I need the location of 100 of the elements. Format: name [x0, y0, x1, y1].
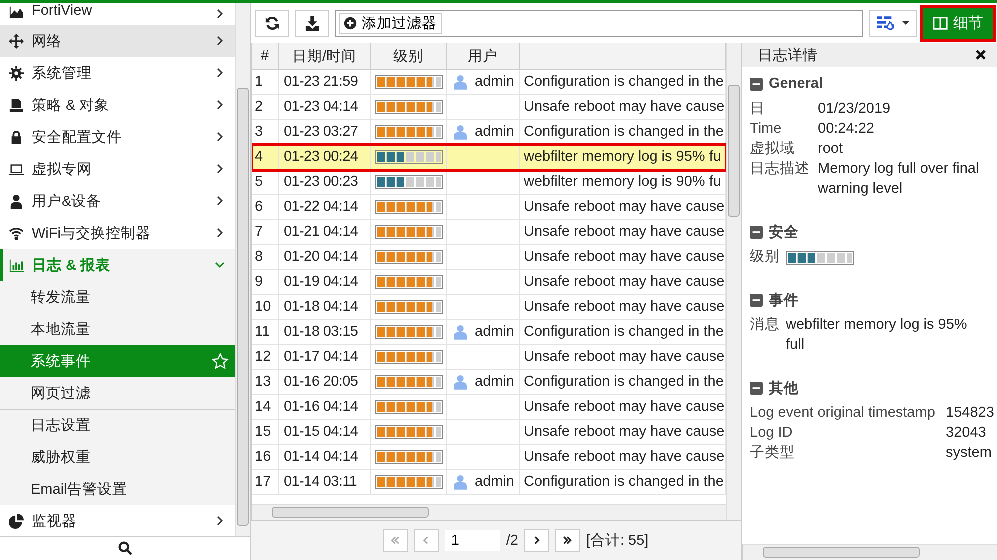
field-label: 虚拟域: [750, 140, 796, 159]
nav-item[interactable]: WiFi与交换控制器: [0, 217, 235, 249]
download-button[interactable]: [295, 10, 329, 36]
table-row[interactable]: 5 01-23 00:23 webfilter memory log is 90% fu: [252, 170, 726, 195]
table-cell: 01-23 00:24: [279, 145, 371, 169]
scrollbar[interactable]: [252, 504, 726, 520]
field-label: 子类型: [750, 444, 796, 463]
nav-subitem[interactable]: 本地流量: [0, 313, 235, 345]
table-row[interactable]: 7 01-21 04:14 Unsafe reboot may have cause: [252, 220, 726, 245]
add-filter-button[interactable]: 添加过滤器: [339, 12, 442, 34]
last-page-button[interactable]: [555, 529, 580, 552]
table-row[interactable]: 8 01-20 04:14 Unsafe reboot may have cause: [252, 245, 726, 270]
table-cell: 12: [252, 345, 279, 369]
field-value: system: [946, 444, 992, 463]
nav-item[interactable]: 安全配置文件: [0, 121, 235, 153]
next-page-button[interactable]: [524, 529, 550, 552]
user-icon: [454, 474, 467, 490]
level-meter: [375, 450, 443, 464]
column-header[interactable]: #: [252, 43, 279, 69]
chevron-right-icon: [215, 36, 225, 46]
nav-item[interactable]: 用户&设备: [0, 185, 235, 217]
refresh-button[interactable]: [255, 10, 289, 36]
search-icon[interactable]: [118, 541, 132, 556]
field-label: 消息: [750, 316, 780, 335]
user-name: admin: [475, 324, 514, 340]
table-row[interactable]: 16 01-14 04:14 Unsafe reboot may have cause: [252, 445, 726, 470]
field-value: 01/23/2019: [818, 100, 891, 119]
details-button[interactable]: 细节: [923, 8, 993, 38]
column-header[interactable]: 级别: [371, 43, 447, 69]
chevron-down-icon: [215, 260, 225, 270]
nav-subitem[interactable]: 威胁权重: [0, 441, 235, 473]
level-meter: [375, 200, 443, 214]
double-chevron-left-icon: [390, 535, 402, 546]
scrollbar[interactable]: [726, 43, 741, 520]
nav-item[interactable]: 虚拟专网: [0, 153, 235, 185]
level-meter: [375, 400, 443, 414]
table-cell: 8: [252, 245, 279, 269]
table-cell: 01-14 03:11: [279, 470, 371, 494]
column-header[interactable]: 用户: [447, 43, 520, 69]
lock-icon: [9, 130, 24, 144]
gear-icon: [9, 66, 24, 80]
table-row[interactable]: 2 01-23 04:14 Unsafe reboot may have cause: [252, 95, 726, 120]
nav-item[interactable]: 网络: [0, 25, 235, 57]
table-row[interactable]: 17 01-14 03:11 admin Configuration is changed in the: [252, 470, 726, 495]
nav-item[interactable]: 监视器: [0, 505, 235, 536]
table-cell: 01-23 00:23: [279, 170, 371, 194]
level-meter: [786, 251, 854, 265]
nav-subitem[interactable]: 网页过滤: [0, 377, 235, 409]
nav-subitem[interactable]: 日志设置: [0, 409, 235, 441]
user-icon: [454, 124, 467, 140]
table-row[interactable]: 6 01-22 04:14 Unsafe reboot may have cause: [252, 195, 726, 220]
table-row[interactable]: 11 01-18 03:15 admin Configuration is changed in the: [252, 320, 726, 345]
area-chart-icon: [9, 4, 24, 19]
record-count: [合计: 55]: [586, 532, 649, 550]
table-row[interactable]: 9 01-19 04:14 Unsafe reboot may have cause: [252, 270, 726, 295]
section-title: 事件: [769, 292, 799, 310]
nav-item[interactable]: 策略 & 对象: [0, 89, 235, 121]
chevron-right-icon: [215, 164, 225, 174]
nav-subitem[interactable]: Email告警设置: [0, 473, 235, 505]
column-header[interactable]: 日期/时间: [279, 43, 371, 69]
page-input[interactable]: 1: [445, 530, 500, 551]
table-cell: 01-23 04:14: [279, 95, 371, 119]
collapse-icon[interactable]: [750, 294, 763, 306]
table-row[interactable]: 14 01-16 04:14 Unsafe reboot may have cause: [252, 395, 726, 420]
nav-item[interactable]: 系统管理: [0, 57, 235, 89]
level-meter: [375, 325, 443, 339]
view-menu-button[interactable]: [869, 10, 917, 36]
table-cell: 4: [252, 145, 279, 169]
table-cell: 15: [252, 420, 279, 444]
table-cell: 01-18 03:15: [279, 320, 371, 344]
user-icon: [454, 74, 467, 90]
table-row[interactable]: 12 01-17 04:14 Unsafe reboot may have cause: [252, 345, 726, 370]
collapse-icon[interactable]: [750, 78, 763, 90]
table-row[interactable]: 1 01-23 21:59 admin Configuration is changed in the: [252, 70, 726, 95]
level-meter: [375, 150, 443, 164]
scrollbar[interactable]: [235, 3, 250, 536]
nav-item[interactable]: FortiView: [0, 3, 235, 25]
table-row[interactable]: 4 01-23 00:24 webfilter memory log is 95% fu: [252, 145, 726, 170]
filter-field[interactable]: 添加过滤器: [335, 10, 863, 36]
table-cell: 6: [252, 195, 279, 219]
star-icon[interactable]: [212, 352, 229, 370]
level-meter: [375, 175, 443, 189]
table-row[interactable]: 10 01-18 04:14 Unsafe reboot may have cause: [252, 295, 726, 320]
table-row[interactable]: 13 01-16 20:05 admin Configuration is changed in the: [252, 370, 726, 395]
field-label: Time: [750, 120, 783, 139]
table-cell: 01-14 04:14: [279, 445, 371, 469]
table-cell: 01-17 04:14: [279, 345, 371, 369]
nav-item[interactable]: 日志 & 报表: [0, 249, 235, 281]
table-cell: 01-15 04:14: [279, 420, 371, 444]
refresh-icon: [264, 16, 280, 30]
collapse-icon[interactable]: [750, 382, 763, 394]
field-label: Log ID: [750, 424, 794, 443]
table-row[interactable]: 15 01-15 04:14 Unsafe reboot may have cause: [252, 420, 726, 445]
nav-subitem[interactable]: 系统事件: [0, 345, 235, 377]
collapse-icon[interactable]: [750, 226, 763, 238]
scrollbar[interactable]: [742, 544, 997, 560]
nav-subitem[interactable]: 转发流量: [0, 281, 235, 313]
table-cell: 14: [252, 395, 279, 419]
field-label: 日志描述: [750, 160, 811, 179]
close-icon[interactable]: [975, 49, 987, 61]
